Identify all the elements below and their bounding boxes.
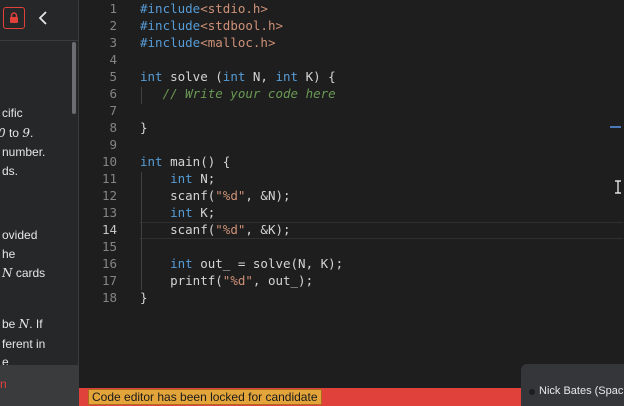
code-line: }	[140, 290, 148, 305]
line-number: 2	[109, 18, 117, 33]
line-number-active: 14	[101, 222, 117, 237]
line-number: 7	[109, 103, 117, 118]
line-number: 12	[101, 188, 117, 203]
problem-text-line: be N. If	[2, 317, 43, 331]
code-line: int out_ = solve(N, K);	[170, 256, 344, 271]
code-line: int N;	[170, 171, 216, 186]
code-editor[interactable]: 1 2 3 4 5 6 7 8 9 10 11 12 13 14 15 16 1…	[79, 0, 624, 388]
line-number: 3	[109, 35, 117, 50]
problem-text-line: N cards	[2, 266, 46, 280]
problem-text-line: ovided	[2, 228, 38, 242]
problem-panel-toolbar	[0, 0, 78, 41]
editor-locked-message: Code editor has been locked for candidat…	[88, 389, 322, 405]
problem-panel-footer: n	[0, 365, 78, 406]
line-number: 18	[101, 290, 117, 305]
participant-status-dot	[529, 389, 535, 395]
code-line: printf("%d", out_);	[140, 273, 314, 288]
problem-text-line: 0 to 9.	[0, 126, 34, 140]
text-cursor-icon	[615, 180, 621, 194]
code-line: int main() {	[140, 154, 231, 169]
code-line: #include<malloc.h>	[140, 35, 276, 50]
line-number: 15	[101, 239, 117, 254]
line-number: 9	[109, 137, 117, 152]
lock-button[interactable]	[3, 7, 25, 29]
back-button[interactable]	[34, 6, 52, 30]
line-number: 13	[101, 205, 117, 220]
code-line: #include<stdio.h>	[140, 1, 268, 16]
code-line: #include<stdbool.h>	[140, 18, 284, 33]
line-number: 16	[101, 256, 117, 271]
problem-text-line: ds.	[2, 164, 19, 178]
problem-text-line: he	[2, 247, 16, 261]
overview-ruler-marker	[610, 126, 621, 128]
problem-panel-footer-text: n	[0, 377, 7, 391]
line-number: 17	[101, 273, 117, 288]
code-line: int K;	[170, 205, 216, 220]
code-line: // Write your code here	[140, 86, 336, 101]
problem-panel: cific 0 to 9. number. ds. ovided he N ca…	[0, 0, 79, 406]
line-number: 11	[101, 171, 117, 186]
code-line: }	[140, 120, 148, 135]
line-number: 1	[109, 1, 117, 16]
code-line-active: scanf("%d", &K);	[140, 222, 291, 237]
line-number: 4	[109, 52, 117, 67]
line-number: 5	[109, 69, 117, 84]
problem-panel-scrollbar[interactable]	[72, 42, 76, 114]
problem-text-line: cific	[2, 106, 23, 120]
code-line: int solve (int N, int K) {	[140, 69, 336, 84]
chevron-left-icon	[38, 11, 47, 25]
participant-name: Nick Bates (Spacio	[539, 385, 624, 397]
problem-text-line: ferent in	[2, 337, 46, 351]
line-number: 6	[109, 86, 117, 101]
line-number: 8	[109, 120, 117, 135]
problem-text-line: number.	[2, 145, 46, 159]
lock-icon	[10, 12, 18, 23]
participant-video-tile[interactable]: Nick Bates (Spacio	[521, 364, 624, 406]
code-line: scanf("%d", &N);	[140, 188, 291, 203]
line-number: 10	[101, 154, 117, 169]
